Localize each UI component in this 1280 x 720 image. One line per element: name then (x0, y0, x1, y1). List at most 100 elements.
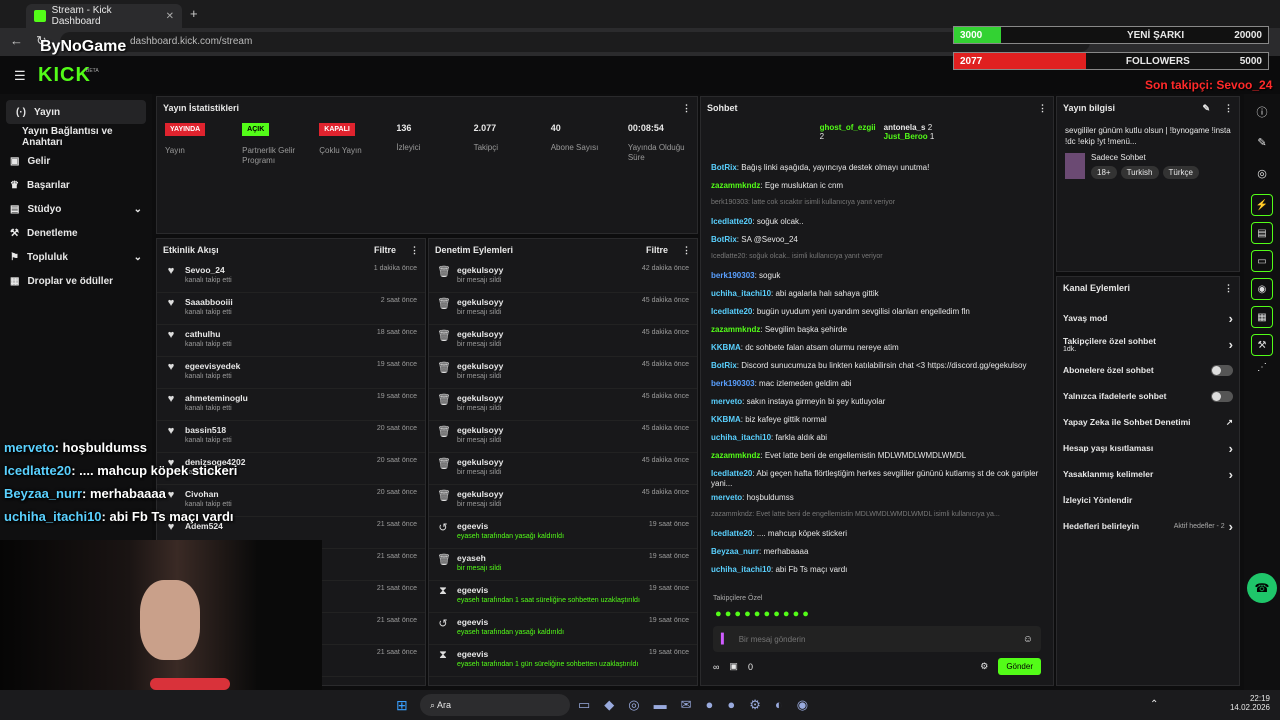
chat-message[interactable]: Beyzaa_nurr: merhabaaaa (701, 545, 1053, 563)
gift-icon[interactable]: ▣ (729, 661, 738, 672)
more-icon[interactable]: ⋮ (682, 245, 691, 256)
chat-message[interactable]: uchiha_itachi10: abi Fb Ts maçı vardı (701, 563, 1053, 581)
chat-username[interactable]: uchiha_itachi10 (711, 289, 771, 298)
help-chat-icon[interactable]: ☎ (1247, 573, 1277, 603)
activity-row[interactable]: ♥ ahmeteminoglu kanalı takip etti 19 saat ö… (157, 389, 425, 421)
mic-icon[interactable]: ▍ (721, 634, 729, 645)
mod-row[interactable]: 🗑 egekulsoyy bir mesajı sildi 45 dakika önc… (429, 421, 697, 453)
mod-row[interactable]: ⧗ egeevis eyaseh tarafından 1 gün süreliği… (429, 645, 697, 677)
mod-row[interactable]: 🗑 egekulsoyy bir mesajı sildi 42 dakika önc… (429, 261, 697, 293)
kick-logo[interactable]: KICK (38, 64, 91, 87)
chat-username[interactable]: berk190303 (711, 271, 755, 280)
channel-action-row[interactable]: Takipçilere özel sohbet 1dk. › (1057, 331, 1239, 357)
chevron-up-icon[interactable]: ⌃ (1150, 699, 1158, 710)
mod-row[interactable]: 🗑 egekulsoyy bir mesajı sildi 45 dakika önc… (429, 357, 697, 389)
infinity-icon[interactable]: ∞ (713, 662, 719, 672)
activity-row[interactable]: ♥ egeevisyedek kanalı takip etti 19 saat ön… (157, 357, 425, 389)
channel-action-row[interactable]: Yalnızca ifadelerle sohbet (1057, 383, 1239, 409)
sidebar-item-droplar[interactable]: ▦ Droplar ve ödüller (0, 269, 152, 293)
channel-action-row[interactable]: Yapay Zeka ile Sohbet Denetimi ↗ (1057, 409, 1239, 435)
filter-button[interactable]: Filtre (374, 245, 396, 255)
chat-input[interactable] (738, 634, 1013, 644)
settings-icon[interactable]: ⚙ (980, 661, 988, 672)
edit-icon[interactable]: ✎ (1202, 103, 1210, 114)
chat-bubble-icon[interactable]: ▭ (1251, 250, 1273, 272)
chat-username[interactable]: merveto (711, 493, 742, 502)
chat-username[interactable]: merveto (711, 397, 742, 406)
channel-action-row[interactable]: Yavaş mod › (1057, 305, 1239, 331)
tag[interactable]: 18+ (1091, 166, 1117, 180)
chat-message[interactable]: zazammkndz: Ege musluktan ic cnm (701, 179, 1053, 197)
toggle-switch[interactable] (1211, 364, 1233, 376)
chat-username[interactable]: Icedlatte20 (711, 529, 752, 538)
chat-message[interactable]: BotRix: Discord sunucumuza bu linkten ka… (701, 359, 1053, 377)
chat-username[interactable]: KKBMA (711, 415, 741, 424)
info-icon[interactable]: ⓘ (1244, 104, 1280, 120)
channel-action-row[interactable]: İzleyici Yönlendir (1057, 487, 1239, 513)
chat-message[interactable]: merveto: sakın instaya girmeyin bi şey k… (701, 395, 1053, 413)
menu-icon[interactable]: ☰ (14, 68, 26, 84)
mod-row[interactable]: 🗑 egekulsoyy bir mesajı sildi 45 dakika önc… (429, 453, 697, 485)
chat-message[interactable]: BotRix: SA @Sevoo_24 (701, 233, 1053, 251)
chat-input-box[interactable]: ▍ ☺ (713, 626, 1041, 652)
send-button[interactable]: Gönder (998, 658, 1041, 675)
broadcast-icon[interactable]: ◉ (1251, 278, 1273, 300)
url-field[interactable]: dashboard.kick.com/stream (60, 32, 1090, 52)
mod-row[interactable]: 🗑 egekulsoyy bir mesajı sildi 45 dakika önc… (429, 485, 697, 517)
chat-message[interactable]: berk190303: soguk (701, 269, 1053, 287)
chat-username[interactable]: Icedlatte20 (711, 469, 752, 478)
chat-username[interactable]: uchiha_itachi10 (711, 565, 771, 574)
channel-action-row[interactable]: Abonelere özel sohbet (1057, 357, 1239, 383)
chat-message[interactable]: KKBMA: biz kafeye gittik normal (701, 413, 1053, 431)
edit-icon[interactable]: ✎ (1244, 136, 1280, 149)
mod-row[interactable]: 🗑 egekulsoyy bir mesajı sildi 45 dakika önc… (429, 293, 697, 325)
sidebar-item-gelir[interactable]: ▣ Gelir (0, 149, 152, 173)
chat-username[interactable]: zazammkndz (711, 181, 760, 190)
mod-row[interactable]: ↺ egeevis eyaseh tarafından yasağı kaldırı… (429, 517, 697, 549)
drops-icon[interactable]: ⋰ (1244, 362, 1280, 373)
close-tab-icon[interactable]: ✕ (166, 11, 174, 22)
chat-message[interactable]: Icedlatte20: soğuk olcak.. (701, 215, 1053, 233)
wrench-icon[interactable]: ⚒ (1251, 334, 1273, 356)
channel-action-row[interactable]: Hesap yaşı kısıtlaması › (1057, 435, 1239, 461)
chat-message[interactable]: BotRix: Bağış linki aşağıda, yayıncıya d… (701, 161, 1053, 179)
tag[interactable]: Türkçe (1162, 166, 1199, 180)
sidebar-item-studyo[interactable]: ▤ Stüdyo ⌄ (0, 197, 152, 221)
mod-row[interactable]: 🗑 egekulsoyy bir mesajı sildi 45 dakika önc… (429, 325, 697, 357)
document-icon[interactable]: ▤ (1251, 222, 1273, 244)
emoji-icon[interactable]: ☺ (1023, 634, 1033, 645)
more-icon[interactable]: ⋮ (1224, 103, 1233, 114)
more-icon[interactable]: ⋮ (682, 103, 691, 114)
new-tab-icon[interactable]: + (190, 6, 198, 21)
sidebar-item-basarilar[interactable]: ♛ Başarılar (0, 173, 152, 197)
mod-row[interactable]: ↺ egeevis eyaseh tarafından yasağı kaldırı… (429, 613, 697, 645)
mod-row[interactable]: ⧗ egeevis eyaseh tarafından 1 saat süreliğ… (429, 581, 697, 613)
more-icon[interactable]: ⋮ (410, 245, 419, 256)
sidebar-item-yayin[interactable]: (·) Yayın (6, 100, 146, 124)
chat-message[interactable]: zazammkndz: Sevgilim başka şehirde (701, 323, 1053, 341)
activity-row[interactable]: ♥ Sevoo_24 kanalı takip etti 1 dakika önce (157, 261, 425, 293)
back-icon[interactable]: ← (10, 33, 23, 48)
chat-message[interactable]: Icedlatte20: .... mahcup köpek stickeri (701, 527, 1053, 545)
channel-action-row[interactable]: Yasaklanmış kelimeler › (1057, 461, 1239, 487)
chat-username[interactable]: BotRix (711, 361, 737, 370)
chat-message[interactable]: uchiha_itachi10: abi agalarla halı sahay… (701, 287, 1053, 305)
toggle-switch[interactable] (1211, 390, 1233, 402)
windows-start-icon[interactable]: ⊞ (396, 697, 408, 714)
activity-row[interactable]: ♥ cathulhu kanalı takip etti 18 saat önce (157, 325, 425, 357)
chat-message[interactable]: Icedlatte20: Abi geçen hafta flörtleştiğ… (701, 467, 1053, 491)
chat-username[interactable]: BotRix (711, 163, 737, 172)
chat-username[interactable]: zazammkndz (711, 325, 760, 334)
tag[interactable]: Turkish (1120, 166, 1159, 180)
activity-row[interactable]: ♥ Saaabbooiii kanalı takip etti 2 saat önce (157, 293, 425, 325)
sidebar-item-key[interactable]: Yayın Bağlantısı ve Anahtarı (0, 125, 152, 149)
sidebar-item-denetleme[interactable]: ⚒ Denetleme (0, 221, 152, 245)
chat-username[interactable]: zazammkndz (711, 451, 760, 460)
grid-icon[interactable]: ▦ (1251, 306, 1273, 328)
chat-username[interactable]: Beyzaa_nurr (711, 547, 759, 556)
sidebar-item-topluluk[interactable]: ⚑ Topluluk ⌄ (0, 245, 152, 269)
focus-icon[interactable]: ◎ (1244, 167, 1280, 180)
chat-message[interactable]: KKBMA: dc sohbete falan atsam olurmu ner… (701, 341, 1053, 359)
chat-username[interactable]: Icedlatte20 (711, 217, 752, 226)
chat-message[interactable]: uchiha_itachi10: farkla aldık abi (701, 431, 1053, 449)
